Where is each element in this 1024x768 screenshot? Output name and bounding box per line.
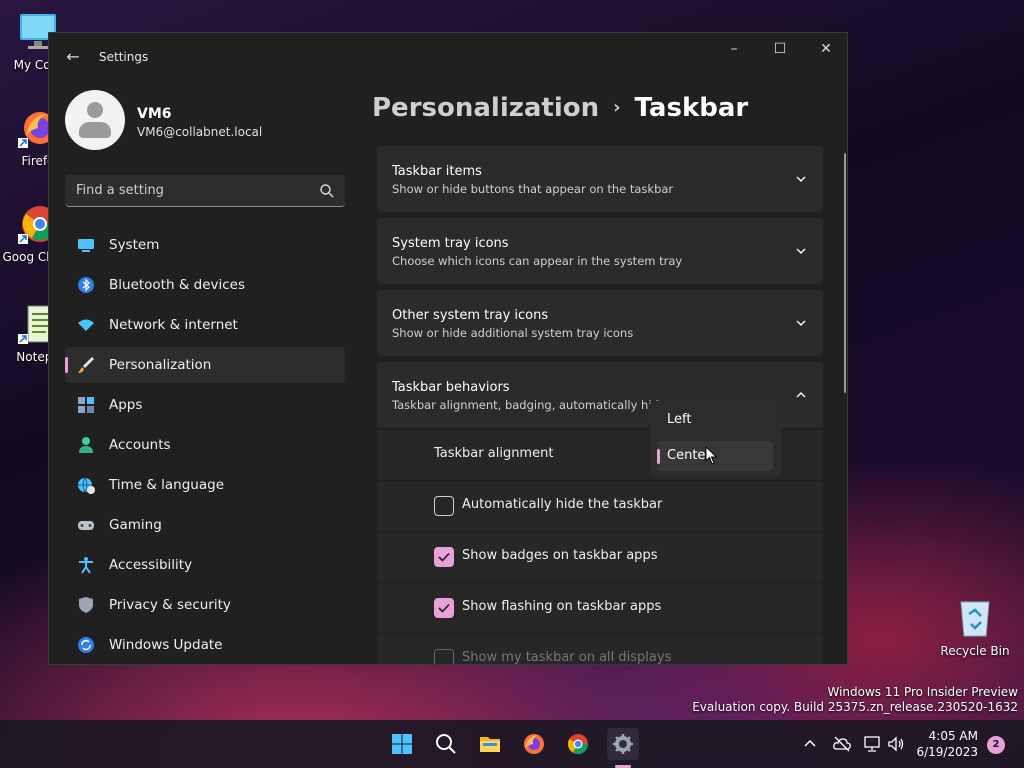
- globe-clock-icon: [78, 477, 95, 494]
- sidebar-item-bluetooth[interactable]: Bluetooth & devices: [65, 267, 345, 303]
- section-other-system-tray-icons[interactable]: Other system tray icons Show or hide add…: [377, 290, 823, 356]
- gamepad-icon: [78, 521, 94, 530]
- taskbar: 4:05 AM 6/19/2023: [0, 720, 1024, 768]
- close-button[interactable]: ✕: [803, 33, 847, 65]
- search-icon: [436, 734, 456, 754]
- minimize-button[interactable]: –: [711, 33, 757, 65]
- folder-icon: [480, 737, 500, 752]
- taskbar-settings[interactable]: [607, 728, 639, 760]
- badges-row: Show badges on taskbar apps: [377, 532, 823, 582]
- shield-icon: [79, 597, 93, 613]
- monitor-icon: [78, 239, 94, 252]
- windows-logo-icon: [392, 734, 412, 754]
- auto-hide-checkbox[interactable]: [434, 496, 454, 516]
- firefox-icon: [524, 734, 544, 754]
- window-title: Settings: [99, 50, 149, 64]
- avatar[interactable]: [65, 90, 125, 150]
- gear-icon: [613, 734, 633, 754]
- auto-hide-row: Automatically hide the taskbar: [377, 481, 823, 531]
- search-input[interactable]: Find a setting: [65, 175, 345, 207]
- desktop-icon-recycle-bin[interactable]: Recycle Bin: [937, 596, 1013, 658]
- sidebar-item-gaming[interactable]: Gaming: [65, 507, 345, 543]
- apps-icon: [78, 397, 94, 413]
- volume-icon[interactable]: [886, 734, 906, 754]
- system-clock[interactable]: 4:05 AM 6/19/2023: [916, 728, 978, 760]
- taskbar-search-button[interactable]: [430, 728, 462, 760]
- maximize-button[interactable]: ☐: [757, 33, 803, 65]
- sidebar-item-windows-update[interactable]: Windows Update: [65, 627, 345, 663]
- section-system-tray-icons[interactable]: System tray icons Choose which icons can…: [377, 218, 823, 284]
- chrome-icon: [567, 734, 589, 755]
- back-button[interactable]: ←: [63, 47, 83, 67]
- sidebar-item-network[interactable]: Network & internet: [65, 307, 345, 343]
- build-watermark: Windows 11 Pro Insider Preview Evaluatio…: [692, 685, 1018, 714]
- search-placeholder: Find a setting: [76, 183, 164, 198]
- arrow-left-icon: ←: [66, 47, 80, 66]
- flashing-row: Show flashing on taskbar apps: [377, 583, 823, 633]
- minimize-icon: –: [730, 41, 738, 57]
- cloud-offline-icon[interactable]: [832, 734, 852, 754]
- profile-email: VM6@collabnet.local: [137, 125, 263, 139]
- title-bar: ← Settings – ☐ ✕: [49, 33, 847, 81]
- start-button[interactable]: [386, 728, 418, 760]
- desktop-icon-label: Recycle Bin: [940, 644, 1010, 658]
- all-displays-row: Show my taskbar on all displays: [377, 634, 823, 664]
- checkmark-icon: [438, 603, 450, 613]
- checkmark-icon: [438, 552, 450, 562]
- page-title: Taskbar: [634, 93, 749, 123]
- sidebar-item-accounts[interactable]: Accounts: [65, 427, 345, 463]
- chevron-down-icon: [796, 248, 806, 254]
- sidebar-item-apps[interactable]: Apps: [65, 387, 345, 423]
- update-icon: [78, 637, 94, 653]
- content-scrollbar[interactable]: [844, 153, 846, 393]
- mouse-cursor-icon: [705, 446, 718, 465]
- taskbar-file-explorer[interactable]: [474, 728, 506, 760]
- alignment-option-left[interactable]: Left: [657, 405, 773, 435]
- chevron-up-icon: [796, 392, 806, 398]
- accessibility-icon: [79, 557, 93, 574]
- chevron-down-icon: [796, 176, 806, 182]
- sidebar-item-system[interactable]: System: [65, 227, 345, 263]
- flashing-checkbox[interactable]: [434, 598, 454, 618]
- chevron-right-icon: ›: [613, 97, 621, 118]
- settings-window: ← Settings – ☐ ✕ VM6 VM6@collabnet.local…: [48, 32, 848, 665]
- maximize-icon: ☐: [773, 41, 787, 57]
- person-icon: [79, 437, 93, 453]
- search-icon: [320, 184, 334, 198]
- bluetooth-icon: [78, 277, 94, 293]
- recycle-bin-icon: [953, 596, 997, 640]
- sidebar-item-time-language[interactable]: Time & language: [65, 467, 345, 503]
- sidebar-item-personalization[interactable]: Personalization: [65, 347, 345, 383]
- network-icon[interactable]: [862, 734, 882, 754]
- chevron-down-icon: [796, 320, 806, 326]
- brush-icon: [78, 357, 94, 373]
- sidebar-item-privacy[interactable]: Privacy & security: [65, 587, 345, 623]
- taskbar-firefox[interactable]: [518, 728, 550, 760]
- taskbar-chrome[interactable]: [562, 728, 594, 760]
- notification-badge[interactable]: 2: [987, 736, 1005, 754]
- badges-checkbox[interactable]: [434, 547, 454, 567]
- breadcrumb: Personalization › Taskbar: [372, 93, 748, 123]
- wifi-icon: [78, 319, 94, 331]
- close-icon: ✕: [820, 41, 832, 57]
- all-displays-checkbox[interactable]: [434, 649, 454, 664]
- chevron-up-icon[interactable]: [800, 734, 820, 754]
- sidebar-item-accessibility[interactable]: Accessibility: [65, 547, 345, 583]
- breadcrumb-parent[interactable]: Personalization: [372, 93, 599, 123]
- section-taskbar-items[interactable]: Taskbar items Show or hide buttons that …: [377, 146, 823, 212]
- profile-name: VM6: [137, 106, 172, 122]
- sidebar-nav: System Bluetooth & devices Network & int…: [65, 227, 345, 664]
